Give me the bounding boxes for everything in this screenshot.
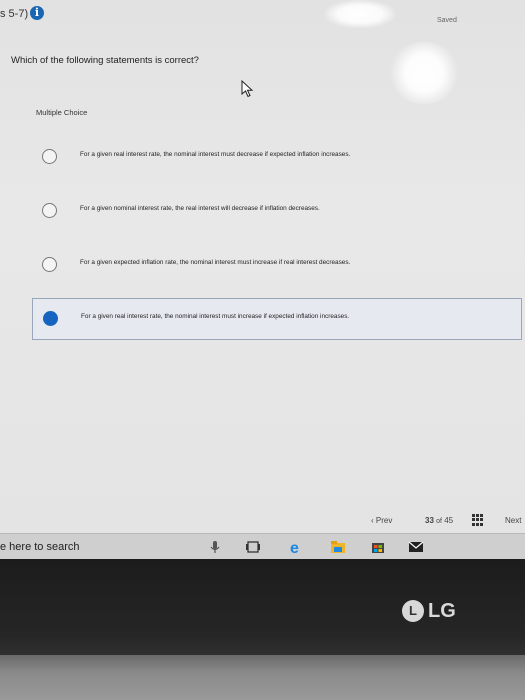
answer-text: For a given expected inflation rate, the…	[80, 259, 351, 266]
answer-option[interactable]: For a given real interest rate, the nomi…	[32, 139, 522, 177]
grid-icon[interactable]	[472, 514, 484, 526]
radio-button[interactable]	[42, 149, 57, 164]
page-indicator: 33 of 45	[425, 516, 453, 525]
radio-button[interactable]	[42, 257, 57, 272]
radio-button[interactable]	[42, 203, 57, 218]
mouse-cursor-icon	[241, 80, 254, 98]
screen-glare	[388, 42, 460, 104]
total-pages: 45	[444, 516, 454, 525]
taskbar-search-input[interactable]: e here to search	[0, 541, 80, 553]
prev-button[interactable]: ‹ Prev	[371, 516, 392, 525]
question-text: Which of the following statements is cor…	[11, 55, 199, 66]
brand-logo: LG	[428, 600, 456, 622]
file-explorer-icon[interactable]	[330, 539, 346, 555]
saved-status: Saved	[437, 17, 457, 24]
chevron-left-icon: ‹	[371, 516, 374, 525]
question-type-label: Multiple Choice	[36, 108, 88, 117]
svg-text:e: e	[290, 540, 299, 555]
monitor-screen: s 5-7) i Saved Which of the following st…	[0, 0, 525, 535]
windows-taskbar: e here to search e	[0, 533, 525, 560]
answer-text: For a given real interest rate, the nomi…	[81, 313, 350, 320]
prev-label: Prev	[375, 516, 393, 525]
edge-browser-icon[interactable]: e	[288, 539, 304, 555]
task-view-icon[interactable]	[245, 539, 261, 555]
lg-logo-icon: L	[402, 600, 424, 622]
screen-glare	[325, 0, 395, 28]
desk-surface	[0, 655, 525, 700]
info-icon[interactable]: i	[30, 6, 44, 20]
answer-option-selected[interactable]: For a given real interest rate, the nomi…	[32, 298, 522, 340]
of-label: of	[436, 518, 442, 525]
mail-icon[interactable]	[408, 539, 424, 555]
next-button[interactable]: Next	[505, 516, 521, 525]
answer-text: For a given real interest rate, the nomi…	[80, 151, 351, 158]
answer-text: For a given nominal interest rate, the r…	[80, 205, 320, 212]
current-page: 33	[425, 516, 434, 525]
section-header: s 5-7)	[0, 8, 29, 20]
answer-option[interactable]: For a given nominal interest rate, the r…	[32, 193, 522, 231]
store-icon[interactable]	[370, 539, 386, 555]
microphone-icon[interactable]	[207, 539, 223, 555]
answer-option[interactable]: For a given expected inflation rate, the…	[32, 247, 522, 285]
radio-button-selected[interactable]	[43, 311, 58, 326]
